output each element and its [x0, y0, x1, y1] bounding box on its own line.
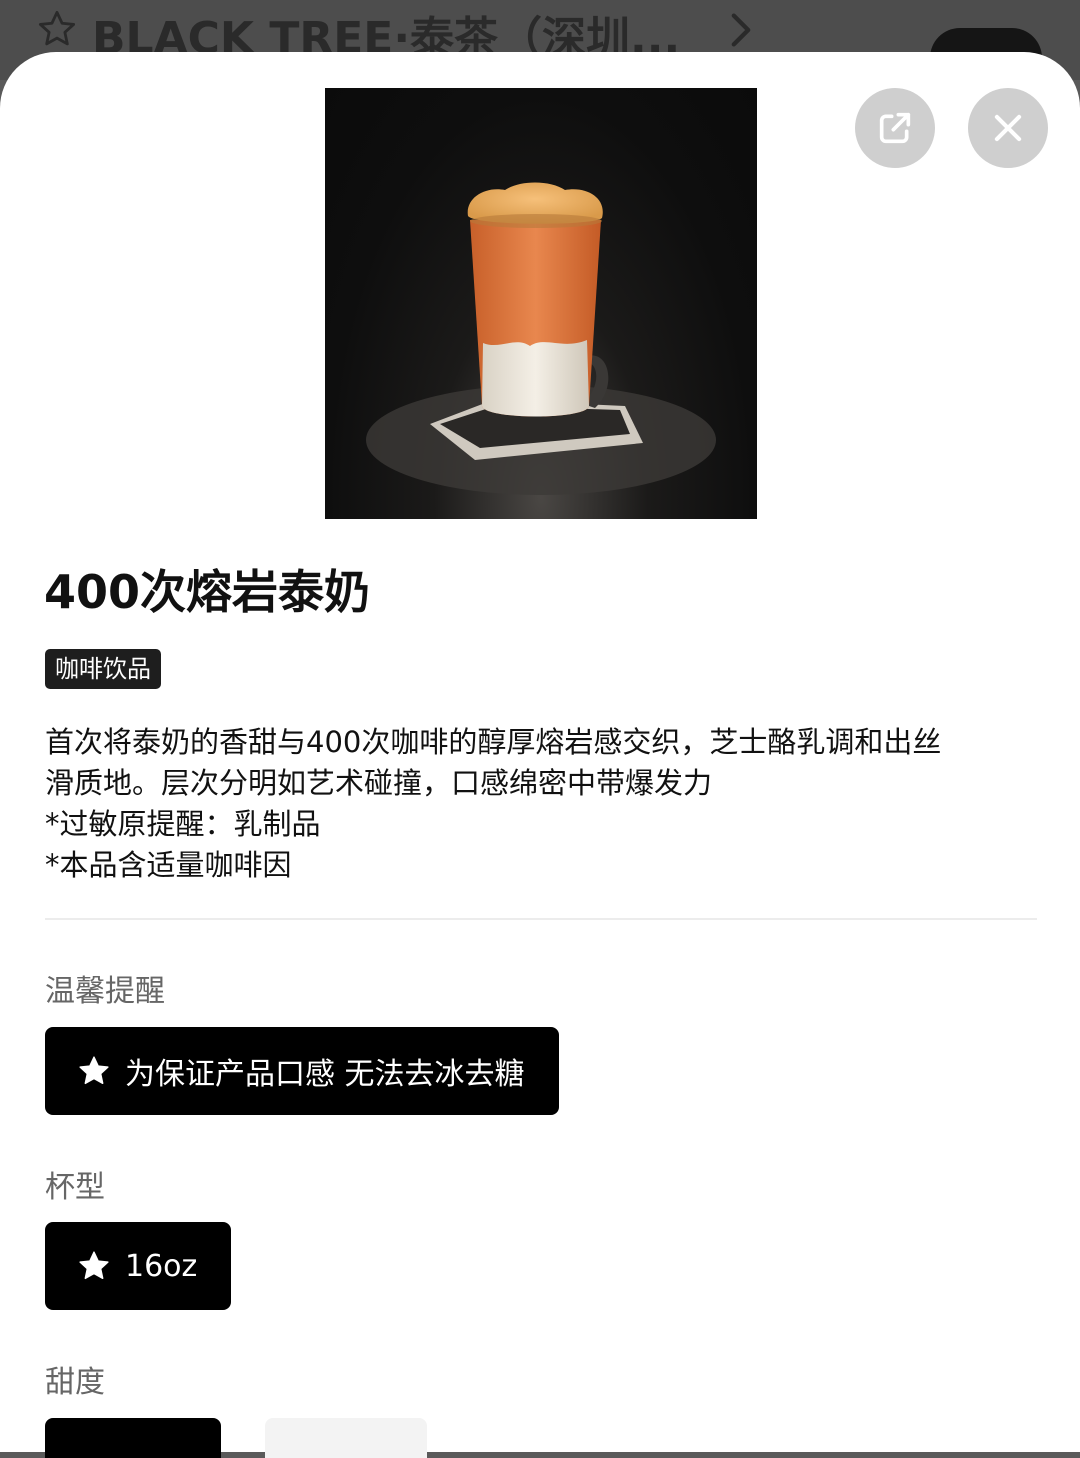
star-icon: [79, 1056, 109, 1085]
caffeine-note: *本品含适量咖啡因: [45, 848, 292, 882]
star-outline-icon: [38, 10, 76, 46]
share-icon: [879, 112, 911, 144]
sweetness-option-selected[interactable]: [45, 1418, 221, 1458]
description-line: 滑质地。层次分明如艺术碰撞，口感绵密中带爆发力: [45, 766, 713, 800]
product-description: 首次将泰奶的香甜与400次咖啡的醇厚熔岩感交织，芝士酪乳调和出丝 滑质地。层次分…: [45, 722, 1045, 886]
sweetness-section-label: 甜度: [45, 1365, 105, 1400]
share-button[interactable]: [855, 88, 935, 168]
notice-option-label: 为保证产品口感 无法去冰去糖: [125, 1057, 525, 1092]
sweetness-option[interactable]: [265, 1418, 427, 1458]
chevron-right-icon: [731, 13, 751, 47]
cup-option-16oz[interactable]: 16oz: [45, 1222, 232, 1310]
notice-section-label: 温馨提醒: [45, 974, 165, 1009]
close-button[interactable]: [968, 88, 1048, 168]
star-icon: [79, 1251, 109, 1280]
notice-option[interactable]: 为保证产品口感 无法去冰去糖: [45, 1027, 559, 1115]
category-tag: 咖啡饮品: [45, 649, 161, 689]
product-image: [325, 88, 757, 519]
close-icon: [994, 114, 1022, 142]
description-line: 首次将泰奶的香甜与400次咖啡的醇厚熔岩感交织，芝士酪乳调和出丝: [45, 725, 942, 759]
divider: [45, 918, 1037, 920]
product-title: 400次熔岩泰奶: [44, 565, 371, 619]
cup-option-label: 16oz: [125, 1248, 198, 1284]
cup-section-label: 杯型: [45, 1170, 105, 1205]
allergen-note: *过敏原提醒：乳制品: [45, 807, 321, 841]
